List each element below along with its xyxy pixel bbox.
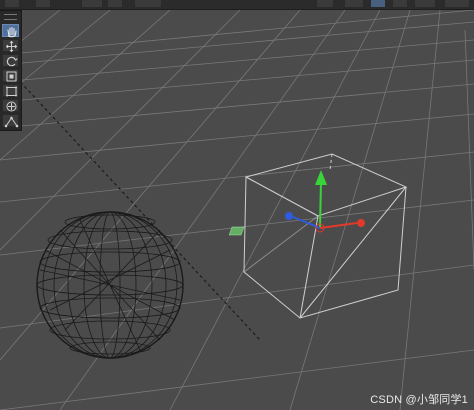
toolbar-button-10[interactable] [414, 0, 436, 8]
hand-icon [7, 26, 17, 38]
scene-canvas[interactable] [0, 10, 474, 410]
gizmo-y-axis [319, 179, 322, 229]
move-icon [5, 40, 18, 53]
scale-tool-button[interactable] [2, 69, 19, 82]
rotate-icon [6, 56, 18, 67]
scale-icon [6, 71, 17, 82]
gizmo-x-handle [357, 219, 365, 227]
tool-palette [0, 10, 22, 131]
gizmo-plane-handle [228, 226, 245, 236]
toolbar-button-2[interactable] [35, 0, 51, 8]
toolbar-button-9[interactable] [392, 0, 408, 8]
tool-palette-grip[interactable] [4, 14, 17, 20]
move-gizmo [228, 170, 365, 236]
custom-tool-button[interactable] [2, 114, 19, 128]
transform-tool-button[interactable] [2, 99, 19, 112]
rect-tool-button[interactable] [2, 84, 19, 97]
toolbar-button-8[interactable] [370, 0, 386, 8]
gizmo-z-handle [285, 212, 293, 220]
transform-icon [6, 101, 17, 112]
hand-tool-button[interactable] [2, 24, 19, 38]
gizmo-y-arrow [315, 170, 327, 185]
gizmo-x-axis [319, 222, 358, 229]
toolbar-button-11[interactable] [444, 0, 470, 8]
move-tool-button[interactable] [2, 39, 19, 53]
toolbar-button-1[interactable] [4, 0, 20, 8]
custom-tool-icon [4, 116, 19, 128]
toolbar-button-3[interactable] [81, 0, 103, 8]
top-toolbar [0, 0, 474, 10]
toolbar-button-5[interactable] [134, 0, 162, 8]
toolbar-button-6[interactable] [316, 0, 334, 8]
toolbar-button-7[interactable] [344, 0, 364, 8]
scene-viewport[interactable] [0, 10, 474, 410]
rect-transform-icon [6, 86, 17, 97]
sphere-wireframe [36, 211, 184, 359]
rotate-tool-button[interactable] [2, 54, 19, 67]
toolbar-button-4[interactable] [107, 0, 123, 8]
watermark-text: CSDN @小邹同学1 [370, 394, 468, 406]
grid-lines [0, 10, 474, 410]
